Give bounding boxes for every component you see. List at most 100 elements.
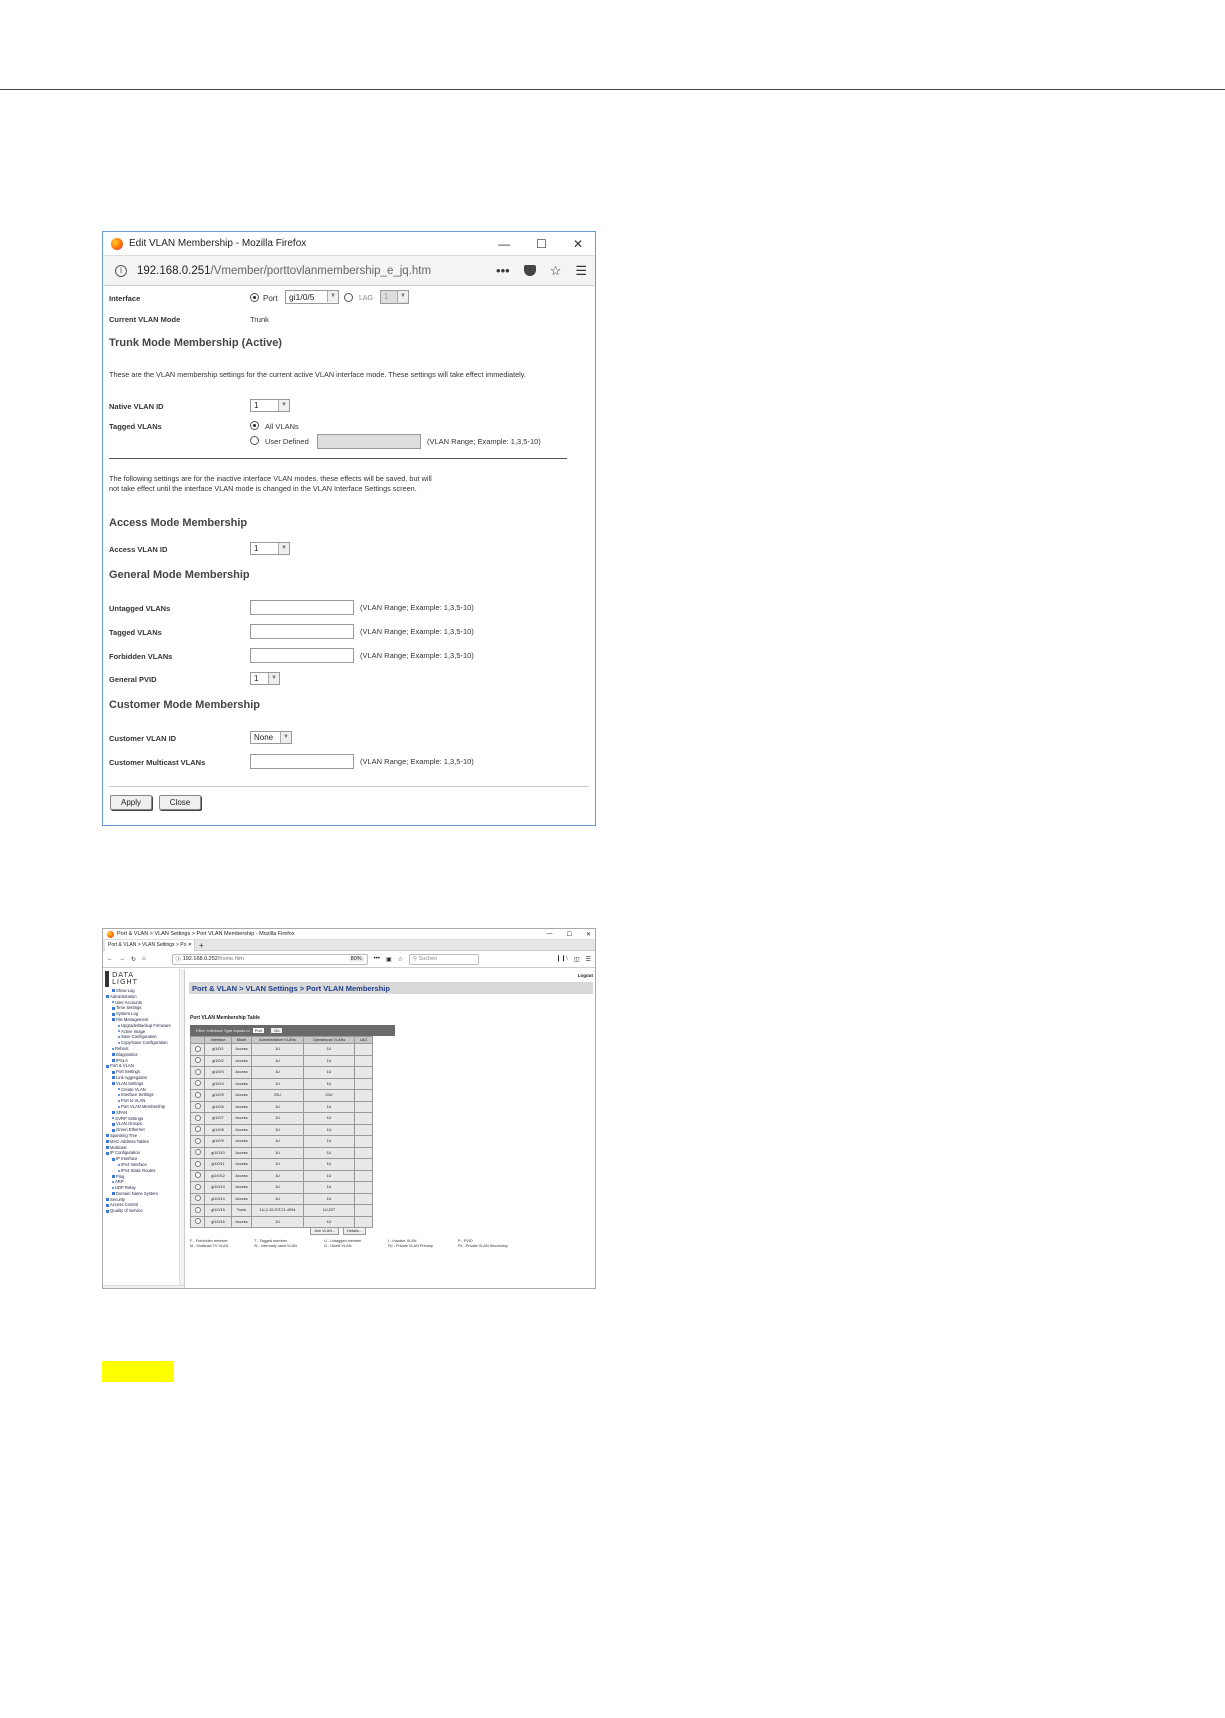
tagged-vlans-input[interactable]	[250, 624, 354, 639]
row-select-cell[interactable]	[190, 1089, 205, 1102]
general-pvid-select[interactable]: 1 ▼	[250, 672, 280, 685]
row-select-cell[interactable]	[190, 1158, 205, 1171]
row-radio[interactable]	[194, 1183, 201, 1190]
more-icon[interactable]: •••	[496, 263, 510, 278]
apply-button[interactable]: Apply	[110, 795, 152, 810]
menu-icon[interactable]: ☰	[586, 956, 591, 963]
zoom-level[interactable]: 80%	[348, 956, 364, 962]
row-select-cell[interactable]	[190, 1146, 205, 1159]
join-vlan-button[interactable]: Join VLAN...	[310, 1227, 340, 1235]
row-radio[interactable]	[194, 1149, 201, 1156]
row-radio[interactable]	[194, 1172, 201, 1179]
close-tab-icon[interactable]: ✕	[188, 942, 192, 948]
library-icon[interactable]: ❙❙⧵	[556, 955, 568, 963]
row-select-cell[interactable]	[190, 1100, 205, 1113]
row-radio[interactable]	[194, 1045, 201, 1052]
row-select-cell[interactable]	[190, 1112, 205, 1125]
forbidden-vlans-input[interactable]	[250, 648, 354, 663]
row-radio[interactable]	[194, 1218, 201, 1225]
user-defined-input[interactable]	[317, 434, 421, 449]
reload-icon[interactable]: ↻	[131, 956, 136, 963]
row-select-cell[interactable]	[190, 1123, 205, 1136]
sidebar-icon[interactable]: ◫	[574, 956, 580, 963]
row-select-cell[interactable]	[190, 1077, 205, 1090]
row-radio[interactable]	[194, 1160, 201, 1167]
native-vlan-select[interactable]: 1 ▼	[250, 399, 290, 412]
pocket-icon[interactable]: ▣	[386, 956, 392, 963]
table-row[interactable]: gi1/0/7 Access 1U 1U	[190, 1112, 373, 1125]
close-icon[interactable]: ✕	[586, 931, 591, 938]
port-radio[interactable]	[250, 293, 259, 302]
row-select-cell[interactable]	[190, 1181, 205, 1194]
info-icon[interactable]: i	[115, 264, 127, 277]
row-radio[interactable]	[194, 1114, 201, 1121]
new-tab-icon[interactable]: +	[199, 941, 204, 950]
minimize-icon[interactable]: —	[498, 237, 510, 251]
sidebar-horizontal-scrollbar[interactable]	[103, 1285, 184, 1288]
all-vlans-radio[interactable]	[250, 421, 259, 430]
maximize-icon[interactable]: ☐	[567, 931, 572, 938]
menu-icon[interactable]: ☰	[575, 263, 587, 279]
tab-port-vlan[interactable]: Port & VLAN > VLAN Settings > Po ✕	[105, 939, 195, 951]
table-row[interactable]: gi1/0/16 Access 1U 1U	[190, 1215, 373, 1228]
row-select-cell[interactable]	[190, 1192, 205, 1205]
url-bar[interactable]: ⓘ 192.168.0.252/home.htm 80%	[171, 953, 368, 965]
port-select[interactable]: gi1/0/5 ▼	[285, 290, 339, 304]
table-row[interactable]: gi1/0/14 Access 1U 1U	[190, 1192, 373, 1205]
table-row[interactable]: gi1/0/9 Access 1U 1U	[190, 1135, 373, 1148]
row-select-cell[interactable]	[190, 1043, 205, 1056]
row-select-cell[interactable]	[190, 1204, 205, 1217]
table-row[interactable]: gi1/0/15 Trunk 1U,2-19,20T,21-4094 1U,20T	[190, 1204, 373, 1217]
table-row[interactable]: gi1/0/4 Access 1U 1U	[190, 1077, 373, 1090]
row-select-cell[interactable]	[190, 1066, 205, 1079]
search-box[interactable]: ⚲ Suchen	[409, 953, 480, 965]
pocket-icon[interactable]	[523, 265, 536, 276]
row-radio[interactable]	[194, 1080, 201, 1087]
row-radio[interactable]	[194, 1057, 201, 1064]
row-select-cell[interactable]	[190, 1215, 205, 1228]
close-icon[interactable]: ✕	[573, 237, 583, 251]
row-radio[interactable]	[194, 1091, 201, 1098]
go-button[interactable]: Go	[271, 1028, 283, 1033]
lag-radio[interactable]	[344, 293, 353, 302]
logout-link[interactable]: Logout	[578, 973, 593, 978]
table-row[interactable]: gi1/0/12 Access 1U 1U	[190, 1169, 373, 1182]
table-row[interactable]: gi1/0/5 Access 20U 20U	[190, 1089, 373, 1102]
table-row[interactable]: gi1/0/13 Access 1U 1U	[190, 1181, 373, 1194]
row-radio[interactable]	[194, 1068, 201, 1075]
table-row[interactable]: gi1/0/10 Access 1U 1U	[190, 1146, 373, 1159]
maximize-icon[interactable]: ☐	[536, 237, 547, 251]
customer-vlan-select[interactable]: None ▼	[250, 731, 292, 744]
lag-select[interactable]: 1 ▼	[380, 290, 409, 304]
table-row[interactable]: gi1/0/8 Access 1U 1U	[190, 1123, 373, 1136]
more-icon[interactable]: •••	[374, 956, 380, 962]
row-select-cell[interactable]	[190, 1169, 205, 1182]
back-icon[interactable]: ←	[107, 956, 113, 962]
url-bar[interactable]: i 192.168.0.251/Vmember/porttovlanmember…	[103, 256, 595, 286]
table-row[interactable]: gi1/0/3 Access 1U 1U	[190, 1066, 373, 1079]
customer-multicast-input[interactable]	[250, 754, 354, 769]
user-defined-radio[interactable]	[250, 436, 259, 445]
row-radio[interactable]	[194, 1206, 201, 1213]
untagged-vlans-input[interactable]	[250, 600, 354, 615]
sidebar-vertical-scrollbar[interactable]	[179, 969, 184, 1288]
details-button[interactable]: Details...	[343, 1227, 366, 1235]
minimize-icon[interactable]: —	[547, 931, 553, 938]
star-icon[interactable]: ☆	[550, 263, 562, 279]
home-icon[interactable]: ⌂	[142, 956, 146, 962]
access-vlan-select[interactable]: 1 ▼	[250, 542, 290, 555]
sidebar-item[interactable]: Quality of Service	[103, 1208, 184, 1214]
row-select-cell[interactable]	[190, 1135, 205, 1148]
row-select-cell[interactable]	[190, 1054, 205, 1067]
table-row[interactable]: gi1/0/2 Access 1U 1U	[190, 1054, 373, 1067]
forward-icon[interactable]: →	[119, 956, 125, 962]
row-radio[interactable]	[194, 1103, 201, 1110]
table-row[interactable]: gi1/0/1 Access 1U 1U	[190, 1043, 373, 1056]
row-radio[interactable]	[194, 1126, 201, 1133]
row-radio[interactable]	[194, 1195, 201, 1202]
close-button[interactable]: Close	[159, 795, 201, 810]
row-radio[interactable]	[194, 1137, 201, 1144]
table-row[interactable]: gi1/0/11 Access 1U 1U	[190, 1158, 373, 1171]
star-icon[interactable]: ☆	[398, 956, 403, 963]
filter-select[interactable]: Port	[252, 1028, 265, 1033]
